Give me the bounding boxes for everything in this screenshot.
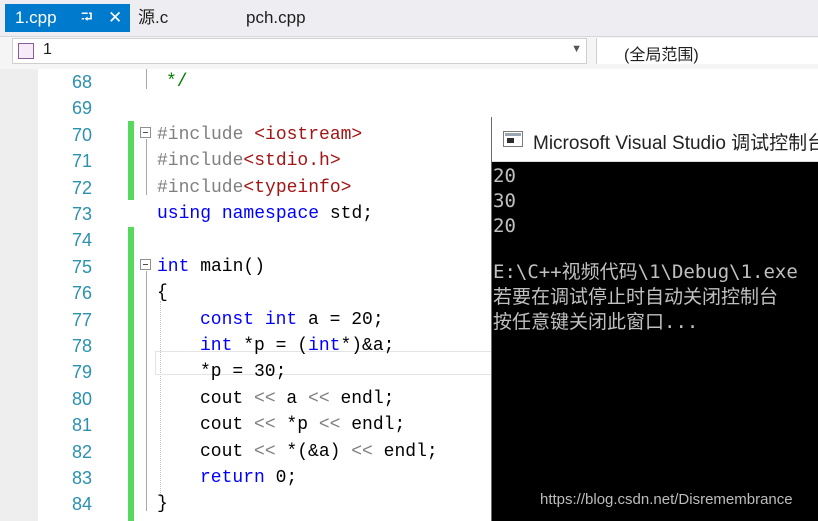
preprocessor-directive: #include (157, 124, 255, 145)
keyword: const (200, 309, 255, 330)
console-line: 若要在调试停止时自动关闭控制台 (493, 286, 779, 308)
code-text: 0; (264, 468, 298, 488)
line-number: 81 (71, 415, 92, 436)
line-number: 84 (71, 494, 92, 515)
console-line: 按任意键关闭此窗口... (493, 311, 699, 333)
line-number: 71 (71, 151, 92, 172)
debug-console-window[interactable]: Microsoft Visual Studio 调试控制台 20 30 20 E… (491, 117, 818, 521)
code-text: *)&a; (340, 336, 395, 356)
include-path: <stdio.h> (243, 151, 341, 172)
console-line: E:\C++视频代码\1\Debug\1.exe (493, 261, 798, 283)
tab-1-cpp[interactable]: 1.cpp ⮒ ✕ (5, 4, 130, 32)
keyword: return (200, 468, 265, 488)
code-text: *p = ( (232, 336, 309, 356)
keyword: int (157, 256, 190, 277)
include-path: <iostream> (254, 124, 363, 145)
global-scope-dropdown[interactable]: (全局范围) (596, 38, 818, 64)
watermark-text: https://blog.csdn.net/Disremembrance (540, 491, 793, 508)
console-output[interactable]: 20 30 20 E:\C++视频代码\1\Debug\1.exe 若要在调试停… (492, 164, 818, 521)
project-scope-value: 1 (43, 41, 52, 58)
code-text: } (157, 494, 168, 515)
chevron-down-icon[interactable]: ▼ (571, 43, 582, 55)
project-icon (18, 43, 34, 59)
operator: << (254, 415, 276, 436)
line-number: 73 (71, 204, 92, 224)
line-number: 82 (71, 441, 92, 462)
tab-yuan-c[interactable]: 源.c (138, 4, 168, 32)
line-number: 83 (71, 468, 92, 488)
global-scope-value: (全局范围) (624, 47, 699, 64)
line-number: 74 (71, 230, 92, 251)
operator: << (351, 441, 373, 462)
code-text: cout (200, 441, 255, 462)
tab-pch-cpp[interactable]: pch.cpp (246, 4, 306, 32)
line-number: 79 (71, 362, 92, 383)
code-text: std; (319, 204, 374, 224)
keyword: int (264, 309, 298, 330)
keyword: int (308, 336, 341, 356)
document-tab-bar: 1.cpp ⮒ ✕ 源.c pch.cpp (0, 0, 818, 37)
line-number: 69 (71, 98, 92, 119)
code-text: { (157, 283, 168, 304)
code-text: endl; (340, 415, 406, 436)
operator: << (308, 388, 330, 409)
code-line: 68 */ (0, 69, 818, 95)
project-scope-dropdown[interactable]: 1 ▼ (12, 38, 587, 64)
code-text: *p = 30; (200, 362, 287, 383)
line-number: 70 (71, 124, 92, 145)
keyword: int (200, 336, 233, 356)
code-text: main() (189, 256, 266, 277)
line-number: 77 (71, 309, 92, 330)
include-path: <typeinfo> (243, 177, 352, 198)
keyword: using (157, 204, 212, 224)
console-title-bar[interactable]: Microsoft Visual Studio 调试控制台 (492, 117, 818, 162)
line-number: 72 (71, 177, 92, 198)
console-line: 30 (493, 190, 516, 212)
code-text: *p (275, 415, 319, 436)
close-icon[interactable]: ✕ (108, 4, 122, 32)
console-app-icon (503, 131, 523, 147)
code-text: a (275, 388, 309, 409)
code-text: endl; (372, 441, 438, 462)
code-text: cout (200, 388, 255, 409)
code-text: a = 20; (297, 309, 384, 330)
operator: << (254, 388, 276, 409)
console-line: 20 (493, 165, 516, 187)
pin-icon[interactable]: ⮒ (81, 4, 93, 32)
line-number: 75 (71, 256, 92, 277)
preprocessor-directive: #include (157, 177, 244, 198)
navigation-bar: 1 ▼ (全局范围) (0, 37, 818, 69)
code-text: cout (200, 415, 255, 436)
tab-label: 1.cpp (15, 8, 57, 27)
operator: << (254, 441, 276, 462)
line-number: 78 (71, 336, 92, 356)
line-number: 68 (71, 72, 92, 92)
comment-text: */ (166, 72, 188, 92)
code-text: *(&a) (275, 441, 352, 462)
line-number: 76 (71, 283, 92, 304)
code-text: endl; (329, 388, 395, 409)
preprocessor-directive: #include (157, 151, 244, 172)
console-line: 20 (493, 215, 516, 237)
keyword: namespace (221, 204, 320, 224)
line-number: 80 (71, 388, 92, 409)
console-title: Microsoft Visual Studio 调试控制台 (533, 133, 818, 154)
operator: << (318, 415, 341, 436)
